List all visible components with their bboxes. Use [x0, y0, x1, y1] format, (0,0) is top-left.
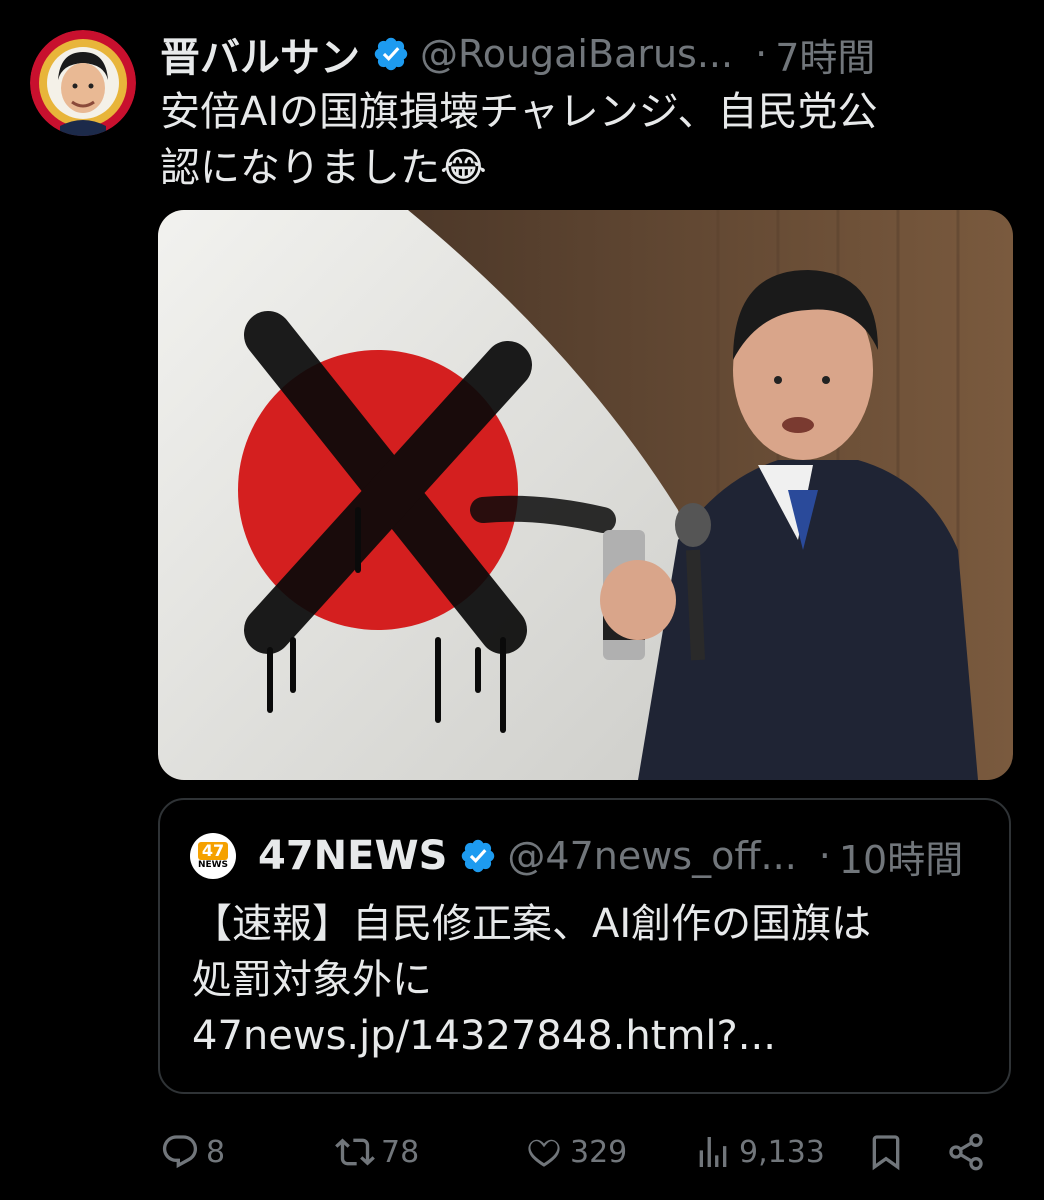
like-count: 329 [570, 1134, 628, 1170]
verified-badge-icon [372, 35, 410, 73]
bookmark-icon [872, 1135, 900, 1171]
retweet-button[interactable]: 78 [335, 1124, 419, 1180]
tweet-media-image[interactable] [158, 210, 1013, 780]
tweet-header: 晋バルサン @RougaiBarus... · 7時間 [160, 26, 1020, 82]
avatar[interactable] [30, 30, 136, 136]
reply-count: 8 [206, 1134, 226, 1170]
quoted-timestamp[interactable]: 10時間 [839, 829, 963, 884]
quoted-avatar[interactable]: 47 NEWS [190, 833, 236, 879]
separator-dot: · [755, 32, 768, 76]
share-button[interactable] [946, 1124, 986, 1180]
reply-button[interactable]: 8 [160, 1124, 225, 1180]
quoted-link[interactable]: 47news.jp/14327848.html?... [192, 1008, 982, 1064]
author-name[interactable]: 晋バルサン [160, 26, 360, 82]
share-icon [949, 1133, 983, 1171]
quoted-author-handle[interactable]: @47news_off... [507, 834, 796, 878]
quoted-tweet-header: 47 NEWS 47NEWS @47news_off... · 10時間 [190, 828, 990, 884]
retweet-count: 78 [381, 1134, 420, 1170]
bookmark-button[interactable] [866, 1124, 906, 1180]
tweet-text-line: 認になりました😂 [160, 145, 487, 191]
reply-icon [162, 1135, 198, 1169]
quoted-tweet-text: 【速報】自民修正案、AI創作の国旗は 処罰対象外に 47news.jp/1432… [192, 896, 982, 1064]
author-handle[interactable]: @RougaiBarus... [420, 32, 733, 76]
views-button[interactable]: 9,133 [693, 1124, 825, 1180]
tweet-timestamp[interactable]: 7時間 [775, 27, 875, 82]
tweet-text-line: 安倍AIの国旗損壊チャレンジ、自民党公 [160, 89, 878, 135]
quoted-text-line: 処罰対象外に [192, 957, 432, 1003]
retweet-icon [335, 1138, 375, 1166]
heart-icon [528, 1139, 560, 1167]
like-button[interactable]: 329 [524, 1124, 627, 1180]
quoted-avatar-text: NEWS [197, 860, 229, 870]
tweet-text: 安倍AIの国旗損壊チャレンジ、自民党公 認になりました😂 [160, 84, 1010, 196]
quoted-avatar-number: 47 [197, 842, 229, 860]
quoted-text-line: 【速報】自民修正案、AI創作の国旗は [192, 901, 872, 947]
quoted-author-name[interactable]: 47NEWS [258, 833, 447, 879]
view-count: 9,133 [739, 1134, 825, 1170]
separator-dot: · [818, 834, 831, 878]
verified-badge-icon [459, 837, 497, 875]
views-icon [699, 1137, 727, 1167]
action-bar: 8 78 329 9,133 [160, 1124, 1000, 1180]
quoted-tweet[interactable]: 47 NEWS 47NEWS @47news_off... · 10時間 【速報… [158, 798, 1011, 1094]
